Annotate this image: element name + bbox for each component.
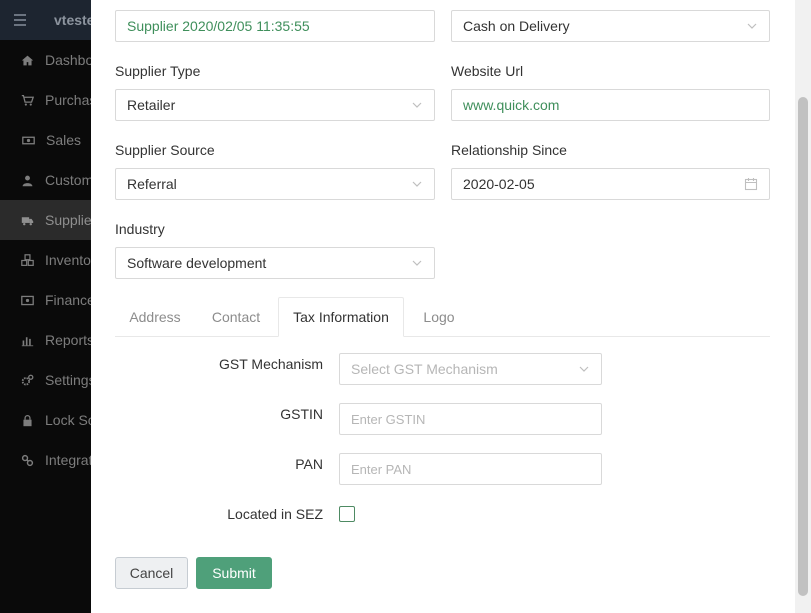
cancel-button[interactable]: Cancel — [115, 557, 188, 589]
sidebar-item-label: Sales — [46, 132, 82, 148]
chevron-down-icon — [579, 366, 589, 372]
gst-mechanism-select[interactable]: Select GST Mechanism — [339, 353, 602, 385]
gst-mechanism-placeholder: Select GST Mechanism — [351, 361, 498, 377]
pan-placeholder: Enter PAN — [351, 461, 412, 477]
sidebar-item-lock-screen[interactable]: Lock Screen — [0, 400, 123, 440]
supplier-source-label: Supplier Source — [115, 142, 215, 158]
supplier-type-select[interactable]: Retailer — [115, 89, 435, 121]
form-tabs: Address Contact Tax Information Logo — [115, 297, 770, 337]
industry-label: Industry — [115, 221, 165, 237]
gst-mechanism-label: GST Mechanism — [219, 356, 323, 372]
sidebar-header: vteste — [0, 0, 95, 40]
pan-input[interactable]: Enter PAN — [339, 453, 602, 485]
supplier-name-field[interactable]: Supplier 2020/02/05 11:35:55 — [115, 10, 435, 42]
website-field[interactable]: www.quick.com — [451, 89, 770, 121]
link-icon — [21, 454, 34, 466]
supplier-name-value: Supplier 2020/02/05 11:35:55 — [127, 18, 310, 34]
chevron-down-icon — [747, 23, 757, 29]
cart-icon — [21, 94, 34, 106]
gstin-placeholder: Enter GSTIN — [351, 411, 426, 427]
app-title: vteste — [54, 12, 95, 28]
industry-value: Software development — [127, 255, 267, 271]
sidebar-item-dashboard[interactable]: Dashboard — [0, 40, 114, 80]
lock-icon — [21, 414, 34, 426]
sidebar-item-sales[interactable]: Sales — [0, 120, 91, 160]
website-value: www.quick.com — [463, 97, 560, 113]
scrollbar-thumb[interactable] — [798, 97, 808, 596]
tab-contact[interactable]: Contact — [195, 297, 277, 337]
sidebar-item-inventory[interactable]: Inventory — [0, 240, 103, 280]
sidebar-item-suppliers[interactable]: Suppliers — [0, 200, 103, 240]
chevron-down-icon — [412, 102, 422, 108]
bar-chart-icon — [21, 334, 34, 346]
sidebar-item-settings[interactable]: Settings — [0, 360, 96, 400]
supplier-type-label: Supplier Type — [115, 63, 201, 79]
sidebar-item-label: Settings — [45, 372, 96, 388]
supplier-type-value: Retailer — [127, 97, 176, 113]
calendar-icon — [744, 178, 758, 191]
truck-icon — [21, 214, 34, 226]
sidebar-item-purchase[interactable]: Purchase — [0, 80, 104, 120]
pan-label: PAN — [295, 456, 323, 472]
gstin-label: GSTIN — [280, 406, 323, 422]
sidebar-item-label: Finance — [45, 292, 95, 308]
chevron-down-icon — [412, 260, 422, 266]
sidebar-item-customers[interactable]: Customers — [0, 160, 113, 200]
sidebar: vteste Dashboard Purchase Sales Customer… — [0, 0, 123, 613]
gstin-input[interactable]: Enter GSTIN — [339, 403, 602, 435]
supplier-source-select[interactable]: Referral — [115, 168, 435, 200]
user-icon — [21, 174, 34, 186]
menu-toggle-icon[interactable] — [14, 14, 26, 26]
tab-address[interactable]: Address — [115, 297, 195, 337]
sidebar-item-finance[interactable]: Finance — [0, 280, 95, 320]
home-icon — [21, 54, 34, 66]
sidebar-item-integrations[interactable]: Integrations — [0, 440, 118, 480]
sez-checkbox[interactable] — [339, 506, 355, 522]
modal-scrollbar[interactable] — [795, 0, 811, 613]
cubes-icon — [21, 253, 34, 266]
sez-label: Located in SEZ — [227, 506, 323, 522]
gears-icon — [21, 374, 34, 386]
supplier-source-value: Referral — [127, 176, 177, 192]
sidebar-item-reports[interactable]: Reports — [0, 320, 95, 360]
sidebar-item-label: Reports — [45, 332, 95, 348]
industry-select[interactable]: Software development — [115, 247, 435, 279]
payment-terms-value: Cash on Delivery — [463, 18, 570, 34]
supplier-modal: Supplier 2020/02/05 11:35:55 Cash on Del… — [91, 0, 795, 613]
payment-terms-select[interactable]: Cash on Delivery — [451, 10, 770, 42]
relationship-value: 2020-02-05 — [463, 176, 535, 192]
website-label: Website Url — [451, 63, 524, 79]
finance-icon — [21, 294, 34, 306]
tab-tax-information[interactable]: Tax Information — [278, 297, 404, 337]
submit-button[interactable]: Submit — [196, 557, 272, 589]
money-icon — [21, 134, 35, 146]
tab-logo[interactable]: Logo — [405, 297, 473, 337]
relationship-date-picker[interactable]: 2020-02-05 — [451, 168, 770, 200]
relationship-label: Relationship Since — [451, 142, 567, 158]
chevron-down-icon — [412, 181, 422, 187]
